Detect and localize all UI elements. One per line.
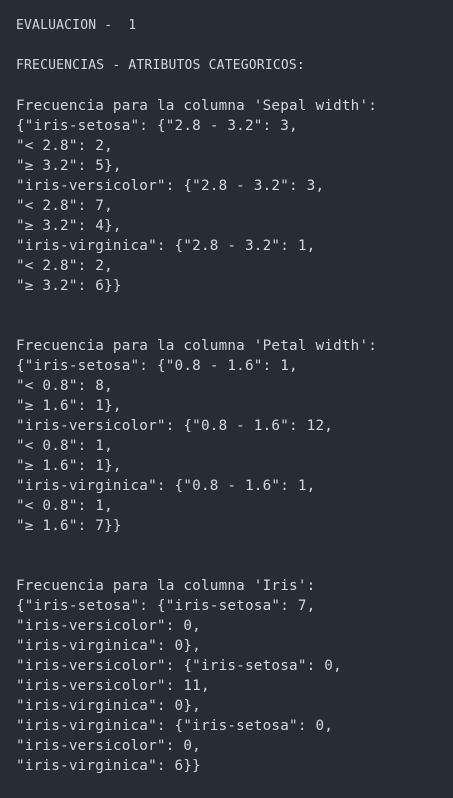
output-line: "≥ 3.2": 5}, xyxy=(16,158,122,174)
output-line: "iris-virginica": 0}, xyxy=(16,638,201,654)
output-line: "≥ 1.6": 1}, xyxy=(16,398,122,414)
block-title: Frecuencia para la columna 'Petal width'… xyxy=(16,338,378,354)
output-line: "≥ 1.6": 7}} xyxy=(16,518,122,534)
block-title: Frecuencia para la columna 'Sepal width'… xyxy=(16,98,378,114)
evaluation-heading: EVALUACION - 1 xyxy=(16,18,137,33)
frequency-block-petal-width: Frecuencia para la columna 'Petal width'… xyxy=(16,336,453,536)
output-line: "iris-versicolor": {"iris-setosa": 0, xyxy=(16,658,342,674)
output-line: "iris-virginica": {"iris-setosa": 0, xyxy=(16,718,334,734)
output-line: "iris-versicolor": 11, xyxy=(16,678,210,694)
output-line: "iris-versicolor": 0, xyxy=(16,738,201,754)
frequency-block-iris: Frecuencia para la columna 'Iris': {"iri… xyxy=(16,576,453,776)
output-line: "< 0.8": 8, xyxy=(16,378,113,394)
output-line: "iris-versicolor": {"2.8 - 3.2": 3, xyxy=(16,178,325,194)
block-title: Frecuencia para la columna 'Iris': xyxy=(16,578,316,594)
output-line: "iris-virginica": 6}} xyxy=(16,758,201,774)
output-line: "iris-virginica": {"2.8 - 3.2": 1, xyxy=(16,238,316,254)
output-line: "≥ 3.2": 6}} xyxy=(16,278,122,294)
frequency-block-sepal-width: Frecuencia para la columna 'Sepal width'… xyxy=(16,96,453,296)
output-line: "iris-versicolor": {"0.8 - 1.6": 12, xyxy=(16,418,334,434)
output-line: "iris-virginica": {"0.8 - 1.6": 1, xyxy=(16,478,316,494)
output-line: "≥ 3.2": 4}, xyxy=(16,218,122,234)
output-line: "iris-versicolor": 0, xyxy=(16,618,201,634)
output-line: {"iris-setosa": {"2.8 - 3.2": 3, xyxy=(16,118,298,134)
console-output: EVALUACION - 1 FRECUENCIAS - ATRIBUTOS C… xyxy=(0,0,453,798)
output-line: "< 2.8": 2, xyxy=(16,258,113,274)
output-line: {"iris-setosa": {"iris-setosa": 7, xyxy=(16,598,316,614)
output-line: "≥ 1.6": 1}, xyxy=(16,458,122,474)
output-line: "< 0.8": 1, xyxy=(16,498,113,514)
output-line: "< 2.8": 2, xyxy=(16,138,113,154)
output-line: "iris-virginica": 0}, xyxy=(16,698,201,714)
output-line: {"iris-setosa": {"0.8 - 1.6": 1, xyxy=(16,358,298,374)
output-line: "< 0.8": 1, xyxy=(16,438,113,454)
section-heading: FRECUENCIAS - ATRIBUTOS CATEGORICOS: xyxy=(16,58,305,73)
output-line: "< 2.8": 7, xyxy=(16,198,113,214)
